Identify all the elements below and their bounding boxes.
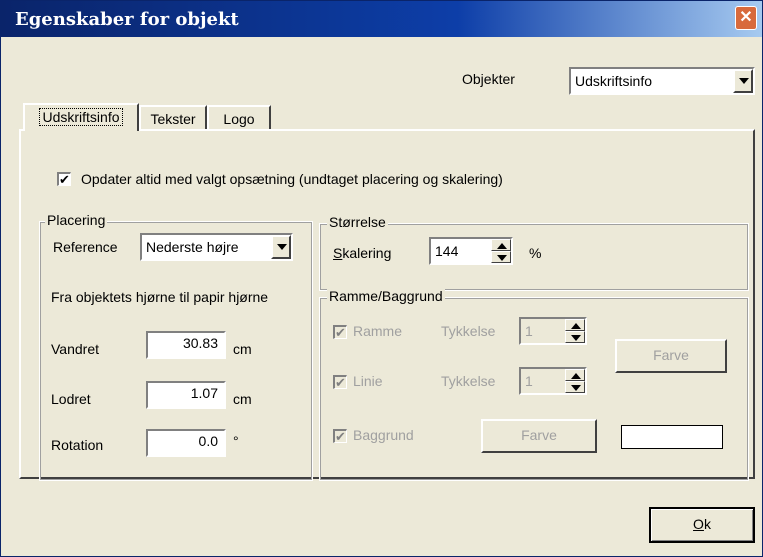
horizontal-unit: cm [233, 341, 252, 357]
vertical-value: 1.07 [190, 385, 218, 401]
spin-down-button[interactable] [565, 381, 585, 393]
line-label: Linie [353, 373, 383, 389]
scaling-spin-buttons[interactable] [491, 239, 511, 263]
chevron-down-icon [277, 244, 287, 250]
scaling-unit: % [529, 245, 542, 261]
horizontal-value: 30.83 [182, 335, 218, 351]
line-thickness-value: 1 [525, 373, 533, 389]
scaling-label-rest: kalering [342, 245, 392, 261]
rotation-label: Rotation [51, 437, 104, 453]
window-title: Egenskaber for objekt [15, 9, 239, 30]
scaling-spinbox[interactable]: 144 [429, 237, 513, 265]
background-color-swatch[interactable] [621, 425, 723, 449]
line-thickness-spin-buttons[interactable] [565, 369, 585, 393]
arrow-up-icon [497, 243, 507, 249]
objects-label: Objekter [462, 71, 515, 87]
background-color-button[interactable]: Farve [481, 419, 597, 453]
horizontal-label: Vandret [51, 341, 99, 357]
ok-button-hotkey: O [693, 516, 704, 532]
rotation-value: 0.0 [198, 433, 218, 449]
objects-dropdown-button[interactable] [733, 69, 753, 93]
background-color-button-label: Farve [521, 427, 557, 443]
placement-note: Fra objektets hjørne til papir hjørne [51, 289, 269, 305]
arrow-down-icon [497, 255, 507, 261]
checkmark-icon: ✔ [335, 429, 346, 444]
frame-thickness-label: Tykkelse [441, 323, 496, 339]
update-always-checkbox[interactable]: ✔ [57, 172, 71, 186]
line-checkbox[interactable]: ✔ [333, 375, 347, 389]
scaling-value: 144 [435, 243, 459, 259]
line-thickness-spinbox[interactable]: 1 [519, 367, 587, 395]
line-thickness-label: Tykkelse [441, 373, 496, 389]
chevron-down-icon [739, 78, 749, 84]
title-bar[interactable]: Egenskaber for objekt ✕ [1, 1, 762, 37]
background-label: Baggrund [353, 427, 414, 443]
vertical-unit: cm [233, 391, 252, 407]
checkmark-icon: ✔ [335, 375, 346, 390]
arrow-up-icon [571, 323, 581, 329]
scaling-label-hotkey: S [333, 245, 343, 261]
spin-up-button[interactable] [565, 319, 585, 331]
spin-up-button[interactable] [491, 239, 511, 251]
objects-dropdown-value: Udskriftsinfo [575, 73, 653, 89]
checkmark-icon: ✔ [59, 172, 70, 187]
frame-color-button[interactable]: Farve [615, 339, 727, 373]
frame-checkbox[interactable]: ✔ [333, 325, 347, 339]
tab-udskriftsinfo[interactable]: Udskriftsinfo [23, 103, 139, 131]
objects-dropdown[interactable]: Udskriftsinfo [569, 67, 755, 95]
update-always-label: Opdater altid med valgt opsætning (undta… [81, 171, 503, 187]
vertical-input[interactable]: 1.07 [146, 381, 226, 409]
rotation-unit: ° [233, 433, 239, 449]
close-button[interactable]: ✕ [735, 6, 757, 30]
horizontal-input[interactable]: 30.83 [146, 331, 226, 359]
placement-legend: Placering [45, 212, 108, 228]
frame-thickness-value: 1 [525, 323, 533, 339]
tab-tekster[interactable]: Tekster [139, 105, 207, 129]
arrow-up-icon [571, 373, 581, 379]
reference-label: Reference [53, 239, 118, 255]
reference-dropdown[interactable]: Nederste højre [140, 233, 293, 261]
rotation-input[interactable]: 0.0 [146, 429, 226, 457]
reference-dropdown-button[interactable] [271, 235, 291, 259]
vertical-label: Lodret [51, 391, 91, 407]
background-checkbox[interactable]: ✔ [333, 429, 347, 443]
scaling-label: Skalering [333, 245, 391, 261]
frame-label: Ramme [353, 323, 403, 339]
checkmark-icon: ✔ [335, 325, 346, 340]
ok-button[interactable]: Ok [649, 507, 755, 543]
spin-down-button[interactable] [491, 251, 511, 263]
properties-dialog: Egenskaber for objekt ✕ Objekter Udskrif… [0, 0, 763, 557]
tab-label: Udskriftsinfo [39, 108, 123, 126]
spin-up-button[interactable] [565, 369, 585, 381]
tab-label: Tekster [150, 111, 196, 127]
tab-label: Logo [223, 111, 255, 127]
ok-button-label: k [703, 516, 711, 532]
frame-thickness-spinbox[interactable]: 1 [519, 317, 587, 345]
reference-dropdown-value: Nederste højre [146, 239, 239, 255]
arrow-down-icon [571, 335, 581, 341]
close-icon: ✕ [739, 9, 753, 26]
spin-down-button[interactable] [565, 331, 585, 343]
frame-color-button-label: Farve [653, 347, 689, 363]
tab-logo[interactable]: Logo [207, 105, 271, 129]
size-legend: Størrelse [327, 214, 388, 230]
frame-thickness-spin-buttons[interactable] [565, 319, 585, 343]
arrow-down-icon [571, 385, 581, 391]
frame-background-legend: Ramme/Baggrund [327, 288, 445, 304]
